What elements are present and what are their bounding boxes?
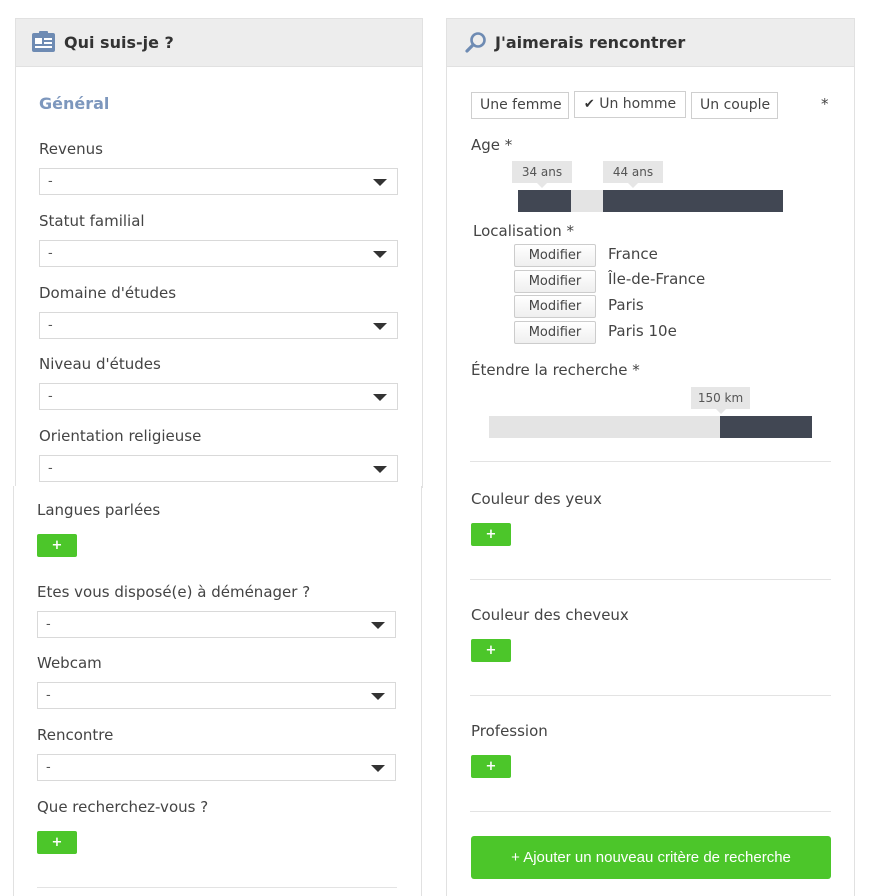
caret-down-icon <box>373 466 387 473</box>
age-slider-right-track[interactable] <box>603 190 783 212</box>
check-icon: ✔ <box>583 97 595 112</box>
add-criterion-button[interactable]: + Ajouter un nouveau critère de recherch… <box>471 836 831 879</box>
caret-down-icon <box>373 179 387 186</box>
location-label: Localisation * <box>473 222 575 240</box>
age-min-tooltip: 34 ans <box>512 161 572 188</box>
field-label-statut: Statut familial <box>39 212 145 230</box>
field-label-rencontre: Rencontre <box>37 726 114 744</box>
extend-label: Étendre la recherche * <box>471 361 640 379</box>
add-language-button[interactable]: + <box>37 534 77 557</box>
toggle-une-femme[interactable]: Une femme <box>471 92 569 119</box>
select-domaine-etudes[interactable]: - <box>39 312 398 339</box>
add-eye-color-button[interactable]: + <box>471 523 511 546</box>
location-country: France <box>608 245 658 263</box>
field-label-langues: Langues parlées <box>37 501 161 519</box>
about-panel-bottom: Langues parlées + Etes vous disposé(e) à… <box>13 486 422 896</box>
modify-city-button[interactable]: Modifier <box>514 295 596 318</box>
age-label: Age * <box>471 136 513 154</box>
divider <box>37 887 397 888</box>
modify-region-button[interactable]: Modifier <box>514 270 596 293</box>
select-value: - <box>48 318 53 333</box>
about-panel-top: Qui suis-je ? Général Revenus - Statut f… <box>15 18 423 488</box>
field-label-webcam: Webcam <box>37 654 102 672</box>
criterion-label-yeux: Couleur des yeux <box>471 490 602 508</box>
select-niveau-etudes[interactable]: - <box>39 383 398 410</box>
section-title-general: Général <box>39 94 110 113</box>
select-value: - <box>46 760 51 775</box>
field-label-demenager: Etes vous disposé(e) à déménager ? <box>37 583 311 601</box>
caret-down-icon <box>371 622 385 629</box>
age-max-tooltip: 44 ans <box>603 161 663 188</box>
toggle-label: Une femme <box>480 97 562 113</box>
select-webcam[interactable]: - <box>37 682 396 709</box>
search-icon <box>465 32 486 53</box>
select-value: - <box>48 389 53 404</box>
age-slider-range[interactable] <box>571 190 603 212</box>
meet-panel: J'aimerais rencontrer Une femme ✔ Un hom… <box>446 18 855 896</box>
select-demenager[interactable]: - <box>37 611 396 638</box>
caret-down-icon <box>373 323 387 330</box>
divider <box>470 461 831 462</box>
field-label-revenus: Revenus <box>39 140 103 158</box>
select-statut-familial[interactable]: - <box>39 240 398 267</box>
select-value: - <box>48 246 53 261</box>
extend-slider-fill[interactable] <box>720 416 812 438</box>
caret-down-icon <box>371 765 385 772</box>
toggle-un-couple[interactable]: Un couple <box>691 92 778 119</box>
divider <box>470 695 831 696</box>
location-city: Paris <box>608 296 644 314</box>
caret-down-icon <box>371 693 385 700</box>
field-label-recherchez: Que recherchez-vous ? <box>37 798 209 816</box>
divider <box>470 811 831 812</box>
modify-country-button[interactable]: Modifier <box>514 244 596 267</box>
age-slider-left-track[interactable] <box>518 190 571 212</box>
select-revenus[interactable]: - <box>39 168 398 195</box>
meet-panel-header: J'aimerais rencontrer <box>447 19 854 67</box>
extend-slider-track[interactable] <box>489 416 720 438</box>
id-card-icon <box>32 31 55 52</box>
field-label-domaine: Domaine d'études <box>39 284 177 302</box>
modify-district-button[interactable]: Modifier <box>514 321 596 344</box>
select-rencontre[interactable]: - <box>37 754 396 781</box>
toggle-label: Un couple <box>700 97 771 113</box>
select-orientation-religieuse[interactable]: - <box>39 455 398 482</box>
extend-value-tooltip: 150 km <box>691 387 750 414</box>
divider <box>470 579 831 580</box>
required-mark: * <box>821 95 829 113</box>
caret-down-icon <box>373 394 387 401</box>
select-value: - <box>48 461 53 476</box>
select-value: - <box>48 174 53 189</box>
about-panel-header: Qui suis-je ? <box>16 19 422 67</box>
select-value: - <box>46 688 51 703</box>
criterion-label-profession: Profession <box>471 722 548 740</box>
add-profession-button[interactable]: + <box>471 755 511 778</box>
toggle-un-homme[interactable]: ✔ Un homme <box>574 91 686 118</box>
caret-down-icon <box>373 251 387 258</box>
field-label-niveau: Niveau d'études <box>39 355 161 373</box>
about-panel-title: Qui suis-je ? <box>64 33 174 52</box>
toggle-label: Un homme <box>599 96 677 112</box>
select-value: - <box>46 617 51 632</box>
add-looking-for-button[interactable]: + <box>37 831 77 854</box>
add-hair-color-button[interactable]: + <box>471 639 511 662</box>
field-label-orientation: Orientation religieuse <box>39 427 202 445</box>
criterion-label-cheveux: Couleur des cheveux <box>471 606 629 624</box>
location-district: Paris 10e <box>608 322 677 340</box>
meet-panel-title: J'aimerais rencontrer <box>495 33 686 52</box>
location-region: Île-de-France <box>608 270 706 288</box>
